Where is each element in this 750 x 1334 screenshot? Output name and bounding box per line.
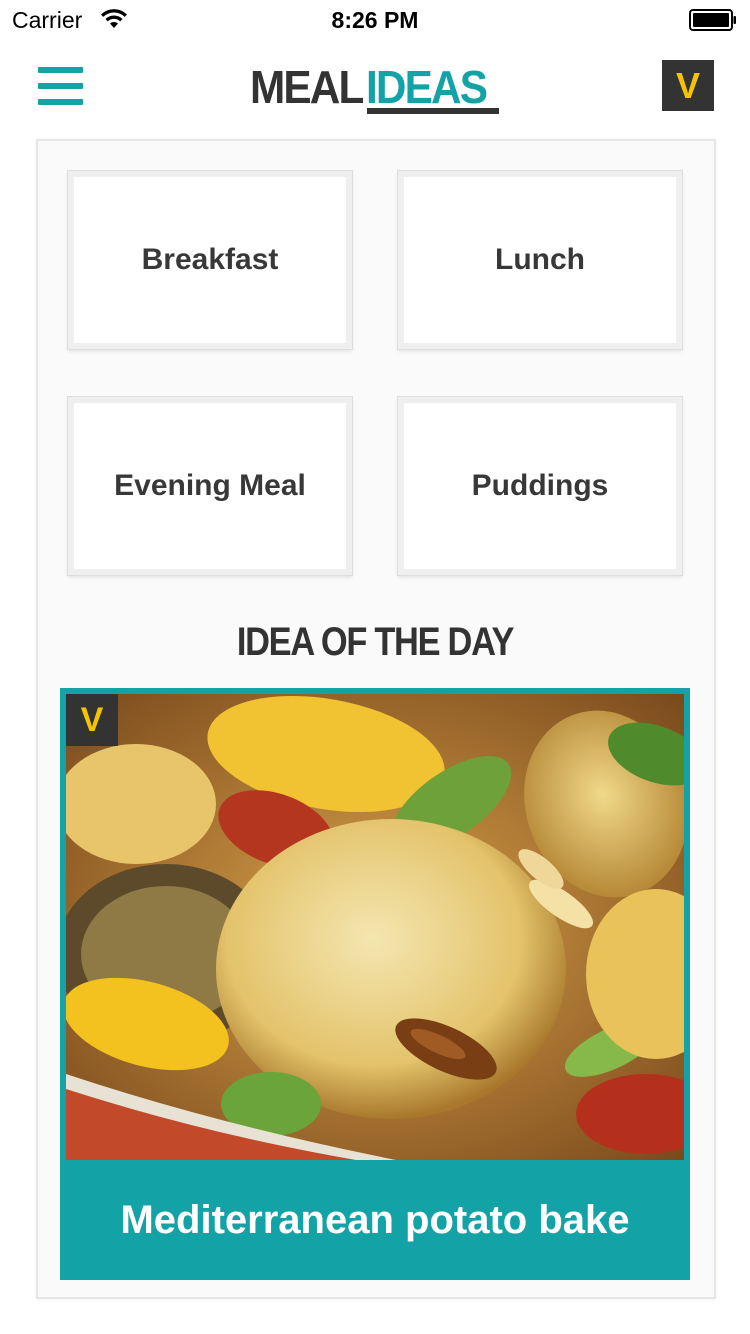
vegetarian-filter-button[interactable]: V bbox=[662, 60, 714, 111]
logo-underline bbox=[367, 108, 499, 114]
category-label: Breakfast bbox=[141, 243, 279, 276]
hamburger-menu-icon[interactable] bbox=[38, 67, 83, 105]
vegetarian-badge: V bbox=[66, 694, 118, 746]
category-tile-lunch[interactable]: Lunch bbox=[398, 171, 682, 349]
clock: 8:26 PM bbox=[331, 7, 419, 33]
category-tile-puddings[interactable]: Puddings bbox=[398, 397, 682, 575]
category-tile-breakfast[interactable]: Breakfast bbox=[68, 171, 352, 349]
recipe-title: Mediterranean potato bake bbox=[120, 1198, 630, 1242]
category-label: Puddings bbox=[471, 469, 609, 502]
battery-icon bbox=[689, 9, 736, 31]
app-logo: MEAL IDEAS bbox=[250, 58, 500, 120]
idea-of-the-day-heading: IDEA OF THE DAY bbox=[236, 620, 515, 664]
logo-meal-text: MEAL bbox=[250, 61, 364, 113]
category-label: Evening Meal bbox=[114, 469, 306, 502]
recipe-image bbox=[66, 694, 684, 1160]
category-label: Lunch bbox=[495, 243, 585, 276]
idea-of-the-day-card[interactable]: V Mediterranean potato bake bbox=[60, 688, 690, 1280]
status-bar: Carrier 8:26 PM bbox=[0, 0, 750, 40]
category-tile-evening-meal[interactable]: Evening Meal bbox=[68, 397, 352, 575]
logo-ideas-text: IDEAS bbox=[366, 61, 488, 113]
